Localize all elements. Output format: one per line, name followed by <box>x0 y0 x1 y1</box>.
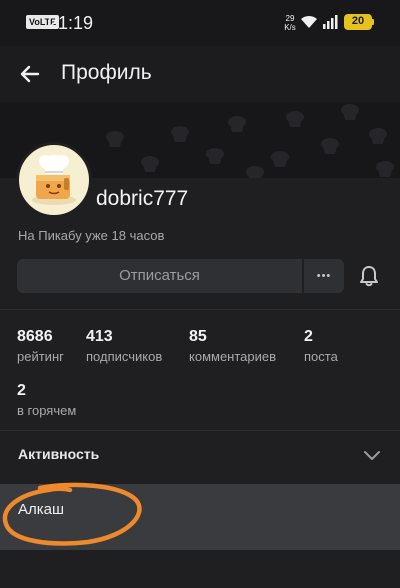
activity-list-item[interactable]: Алкаш <box>0 484 400 550</box>
page-title: Профиль <box>61 61 152 84</box>
app-bar: Профиль <box>0 46 400 102</box>
stat-posts[interactable]: 2 поста <box>304 328 338 365</box>
net-speed: 29 K/s <box>282 14 298 32</box>
status-bar: VoLTE 21:19 29 K/s 20 <box>0 0 400 46</box>
more-options-button[interactable]: ••• <box>304 259 344 293</box>
chef-cake-avatar-icon <box>32 155 76 205</box>
username: dobric777 <box>96 187 189 210</box>
net-speed-unit: K/s <box>284 23 296 32</box>
chevron-down-icon[interactable] <box>363 450 381 462</box>
battery-icon: 20 <box>344 14 372 30</box>
divider <box>0 430 400 431</box>
unsubscribe-button[interactable]: Отписаться <box>17 259 302 293</box>
battery-tip <box>372 19 374 25</box>
stat-label: поста <box>304 349 338 364</box>
avatar[interactable] <box>16 142 92 218</box>
stat-value: 2 <box>17 382 26 399</box>
stat-subscribers[interactable]: 413 подписчиков <box>86 328 162 365</box>
stat-rating: 8686 рейтинг <box>17 328 64 365</box>
activity-item-label: Алкаш <box>18 501 65 518</box>
stat-value: 8686 <box>17 328 53 345</box>
back-arrow-icon[interactable] <box>18 62 42 86</box>
bottom-area <box>0 550 400 588</box>
net-speed-value: 29 <box>285 14 295 23</box>
stat-value: 85 <box>189 328 207 345</box>
stat-label: комментариев <box>189 349 277 364</box>
member-since: На Пикабу уже 18 часов <box>18 228 165 243</box>
wifi-icon <box>301 15 317 28</box>
activity-section-title[interactable]: Активность <box>18 446 99 462</box>
bell-icon[interactable] <box>359 265 379 287</box>
signal-icon <box>323 15 338 29</box>
status-time: 21:19 <box>48 13 94 33</box>
stat-label: в горячем <box>17 403 77 418</box>
stat-label: подписчиков <box>86 349 163 364</box>
stat-value: 413 <box>86 328 113 345</box>
divider <box>0 309 400 310</box>
stat-comments[interactable]: 85 комментариев <box>189 328 276 365</box>
stat-label: рейтинг <box>17 349 64 364</box>
stat-hot[interactable]: 2 в горячем <box>17 382 76 419</box>
more-dots-icon: ••• <box>316 270 332 282</box>
stat-value: 2 <box>304 328 313 345</box>
